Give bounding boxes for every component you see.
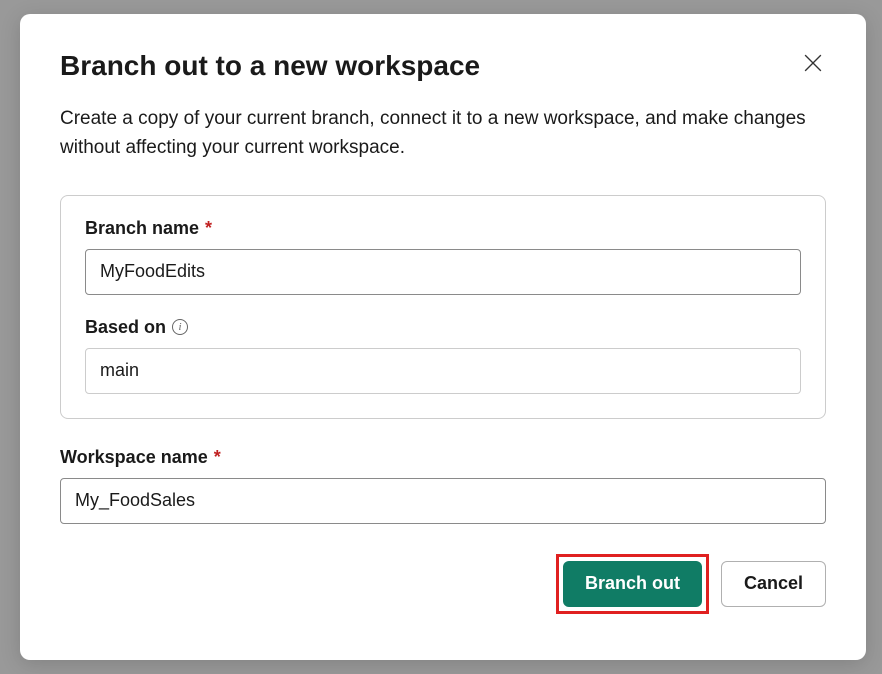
cancel-button[interactable]: Cancel (721, 561, 826, 607)
branch-name-label-text: Branch name (85, 218, 199, 239)
branch-out-modal: Branch out to a new workspace Create a c… (20, 14, 866, 660)
branch-out-button[interactable]: Branch out (563, 561, 702, 607)
modal-description: Create a copy of your current branch, co… (60, 104, 826, 163)
close-button[interactable] (800, 50, 826, 79)
workspace-name-label: Workspace name * (60, 447, 826, 468)
primary-button-highlight: Branch out (556, 554, 709, 614)
based-on-field: Based on i (85, 317, 801, 394)
based-on-input[interactable] (85, 348, 801, 394)
branch-name-input[interactable] (85, 249, 801, 295)
modal-header: Branch out to a new workspace (60, 50, 826, 82)
based-on-label: Based on i (85, 317, 801, 338)
workspace-name-label-text: Workspace name (60, 447, 208, 468)
info-icon[interactable]: i (172, 319, 188, 335)
workspace-name-input[interactable] (60, 478, 826, 524)
based-on-label-text: Based on (85, 317, 166, 338)
required-marker: * (205, 218, 212, 239)
button-row: Branch out Cancel (60, 554, 826, 614)
modal-title: Branch out to a new workspace (60, 50, 480, 82)
workspace-name-field: Workspace name * (60, 447, 826, 524)
required-marker: * (214, 447, 221, 468)
branch-fields-group: Branch name * Based on i (60, 195, 826, 419)
branch-name-label: Branch name * (85, 218, 801, 239)
branch-name-field: Branch name * (85, 218, 801, 295)
close-icon (804, 54, 822, 75)
